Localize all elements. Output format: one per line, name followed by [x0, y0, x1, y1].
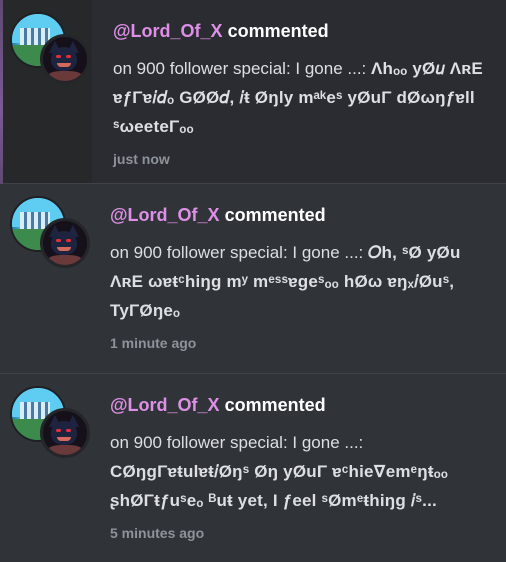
notification-item[interactable]: @Lord_Of_X commented on 900 follower spe… — [0, 374, 506, 562]
notification-item[interactable]: @Lord_Of_X commented on 900 follower spe… — [0, 184, 506, 374]
notification-feed: @Lord_Of_X commented on 900 follower spe… — [0, 0, 506, 562]
comment-text[interactable]: on 900 follower special: I gone ...: 𝑂h,… — [110, 238, 492, 325]
notification-header: @Lord_Of_X commented — [113, 20, 492, 42]
avatar-stack[interactable] — [10, 196, 90, 268]
action-label: commented — [224, 395, 326, 415]
notification-header: @Lord_Of_X commented — [110, 394, 492, 416]
avatar-stack[interactable] — [10, 12, 90, 84]
comment-text[interactable]: on 900 follower special: I gone ...: Λhₒ… — [113, 54, 492, 141]
action-label: commented — [224, 205, 326, 225]
timestamp: 1 minute ago — [110, 335, 197, 351]
commenter-avatar[interactable] — [40, 34, 90, 84]
username-link[interactable]: @Lord_Of_X — [110, 205, 220, 225]
timestamp: just now — [113, 151, 170, 167]
notification-content: @Lord_Of_X commented on 900 follower spe… — [113, 20, 492, 167]
username-link[interactable]: @Lord_Of_X — [113, 21, 223, 41]
comment-prefix: on 900 follower special: I gone ...: — [110, 243, 364, 262]
commenter-avatar[interactable] — [40, 408, 90, 458]
notification-item[interactable]: @Lord_Of_X commented on 900 follower spe… — [0, 0, 506, 184]
action-label: commented — [227, 21, 329, 41]
comment-prefix: on 900 follower special: I gone ...: — [113, 59, 367, 78]
notification-header: @Lord_Of_X commented — [110, 204, 492, 226]
notification-content: @Lord_Of_X commented on 900 follower spe… — [110, 394, 492, 541]
comment-text[interactable]: on 900 follower special: I gone ...: CØŋ… — [110, 428, 492, 515]
timestamp: 5 minutes ago — [110, 525, 205, 541]
comment-message: CØŋgΓɐŧulɐŧ𝑖Øŋˢ Øŋ yØuΓ ɐᶜhie∇emᵉŋŧₒₒ ʂh… — [110, 462, 449, 510]
notification-content: @Lord_Of_X commented on 900 follower spe… — [110, 204, 492, 351]
avatar-stack[interactable] — [10, 386, 90, 458]
commenter-avatar[interactable] — [40, 218, 90, 268]
comment-prefix: on 900 follower special: I gone ...: — [110, 433, 364, 452]
username-link[interactable]: @Lord_Of_X — [110, 395, 220, 415]
